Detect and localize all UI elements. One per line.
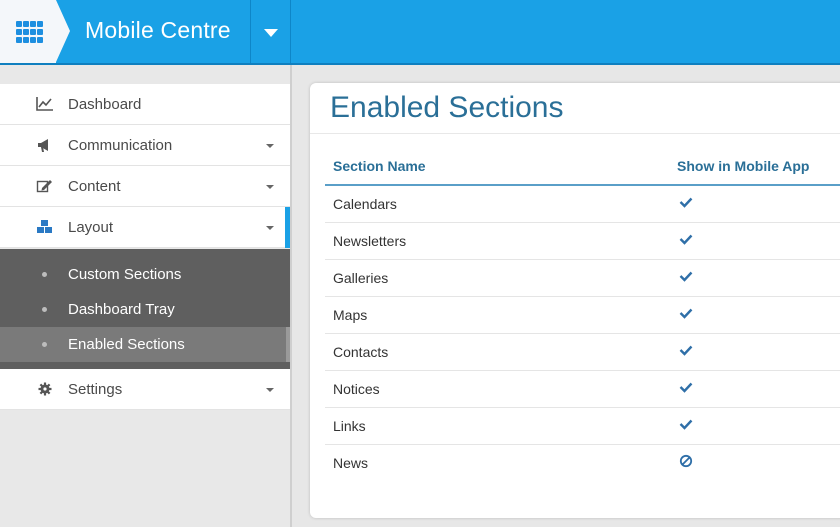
submenu-item-label: Enabled Sections xyxy=(68,336,185,353)
column-header-show-in-mobile-app: Show in Mobile App xyxy=(677,158,810,174)
section-name: Notices xyxy=(333,381,380,397)
page-title: Enabled Sections xyxy=(330,91,564,124)
table-row: Maps xyxy=(325,297,840,334)
section-name: Calendars xyxy=(333,196,397,212)
header-divider xyxy=(290,0,291,63)
sidebar-item-communication[interactable]: Communication xyxy=(0,125,290,166)
grid-icon xyxy=(16,21,44,43)
layout-submenu: Custom Sections Dashboard Tray Enabled S… xyxy=(0,249,290,369)
table-row: Galleries xyxy=(325,260,840,297)
enabled-sections-panel: Enabled Sections Section Name Show in Mo… xyxy=(310,83,840,518)
table-row: Newsletters xyxy=(325,223,840,260)
apps-button-arrow xyxy=(56,0,70,62)
bullet-icon xyxy=(42,307,47,312)
app-title: Mobile Centre xyxy=(85,17,231,43)
section-name: Maps xyxy=(333,307,368,323)
check-icon[interactable] xyxy=(679,306,693,320)
check-icon[interactable] xyxy=(679,195,693,209)
title-divider xyxy=(310,133,840,134)
sidebar-item-dashboard[interactable]: Dashboard xyxy=(0,84,290,125)
submenu-item-custom-sections[interactable]: Custom Sections xyxy=(0,257,290,292)
table-row: Notices xyxy=(325,371,840,408)
submenu-item-label: Dashboard Tray xyxy=(68,301,175,318)
caret-down-icon xyxy=(266,185,274,189)
table-row: Calendars xyxy=(325,186,840,223)
bullet-icon xyxy=(42,272,47,277)
caret-down-icon xyxy=(266,226,274,230)
section-name: Contacts xyxy=(333,344,389,360)
table-row: News xyxy=(325,445,840,482)
section-name: Links xyxy=(333,418,366,434)
bullet-icon xyxy=(42,342,47,347)
sidebar-item-label: Content xyxy=(68,178,121,195)
caret-down-icon xyxy=(266,144,274,148)
check-icon[interactable] xyxy=(679,232,693,246)
submenu-item-dashboard-tray[interactable]: Dashboard Tray xyxy=(0,292,290,327)
sidebar-item-label: Settings xyxy=(68,381,123,398)
table-row: Contacts xyxy=(325,334,840,371)
sidebar-item-layout[interactable]: Layout xyxy=(0,207,290,248)
sidebar-item-label: Layout xyxy=(68,219,114,236)
caret-down-icon xyxy=(264,29,278,37)
edit-icon xyxy=(36,178,54,194)
sidebar: Dashboard Communication Content Layout C… xyxy=(0,65,290,527)
sidebar-item-content[interactable]: Content xyxy=(0,166,290,207)
section-name: Newsletters xyxy=(333,233,407,249)
app-switcher-dropdown[interactable] xyxy=(251,0,290,63)
table-row: Links xyxy=(325,408,840,445)
check-icon[interactable] xyxy=(679,380,693,394)
sidebar-item-label: Dashboard xyxy=(68,96,142,113)
sidebar-border xyxy=(290,65,292,527)
cubes-icon xyxy=(36,219,54,235)
submenu-item-label: Custom Sections xyxy=(68,266,182,283)
apps-menu-button[interactable] xyxy=(0,0,56,63)
line-chart-icon xyxy=(36,96,54,112)
check-icon[interactable] xyxy=(679,417,693,431)
check-icon[interactable] xyxy=(679,269,693,283)
section-name: Galleries xyxy=(333,270,389,286)
ban-icon[interactable] xyxy=(679,454,693,468)
caret-down-icon xyxy=(266,388,274,392)
check-icon[interactable] xyxy=(679,343,693,357)
gear-icon xyxy=(36,381,54,397)
megaphone-icon xyxy=(36,137,54,153)
sidebar-item-settings[interactable]: Settings xyxy=(0,369,290,410)
sidebar-item-label: Communication xyxy=(68,137,173,154)
section-name: News xyxy=(333,455,369,471)
column-header-section-name: Section Name xyxy=(333,158,426,174)
submenu-item-enabled-sections[interactable]: Enabled Sections xyxy=(0,327,290,362)
